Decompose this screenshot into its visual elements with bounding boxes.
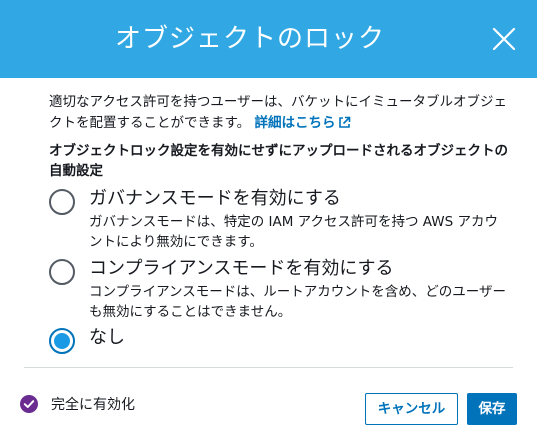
object-lock-dialog: オブジェクトのロック 適切なアクセス許可を持つユーザーは、バケットにイミュータブ… — [0, 0, 537, 444]
compliance-title: コンプライアンスモードを有効にする — [89, 258, 394, 279]
none-radio[interactable] — [49, 328, 75, 354]
dialog-title: オブジェクトのロック — [114, 24, 385, 54]
cancel-button[interactable]: キャンセル — [365, 393, 458, 425]
close-button[interactable] — [490, 25, 518, 53]
dialog-header: オブジェクトのロック — [0, 0, 537, 78]
footer-divider — [24, 367, 513, 368]
save-button[interactable]: 保存 — [467, 393, 517, 425]
governance-radio[interactable] — [49, 189, 75, 215]
governance-description: ガバナンスモードは、特定の IAM アクセス許可を持つ AWS アカウントにより… — [89, 214, 498, 250]
governance-title: ガバナンスモードを有効にする — [89, 188, 341, 209]
status-indicator: 完全に有効化 — [20, 394, 135, 414]
default-setting-label: オブジェクトロック設定を有効にせずにアップロードされるオブジェクトの自動設定 — [49, 143, 508, 179]
close-icon — [492, 27, 516, 51]
compliance-description: コンプライアンスモードは、ルートアカウントを含め、どのユーザーも無効にすることは… — [89, 284, 507, 320]
none-title: なし — [89, 327, 125, 348]
compliance-radio[interactable] — [49, 259, 75, 285]
external-link-icon — [339, 116, 351, 128]
intro-paragraph: 適切なアクセス許可を持つユーザーは、バケットにイミュータブルオブジェクトを配置す… — [49, 92, 509, 134]
details-link-label: 詳細はこちら — [254, 115, 336, 131]
details-link[interactable]: 詳細はこちら — [254, 115, 351, 131]
status-text: 完全に有効化 — [51, 397, 135, 413]
check-circle-icon — [20, 395, 38, 413]
